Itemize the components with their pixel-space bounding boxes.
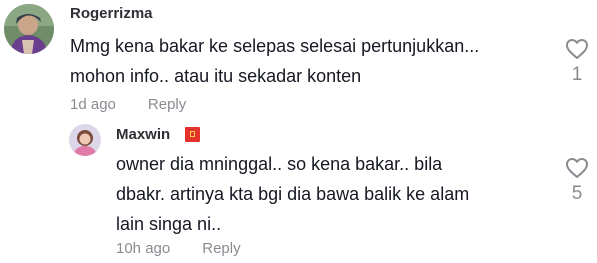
reply-line: lain singa ni.. [116, 214, 222, 234]
like-count: 1 [571, 64, 583, 85]
heart-outline-icon [566, 158, 588, 178]
comment-meta: 1d ago Reply [70, 96, 186, 113]
comment-text: Mmg kena bakar ke selepas selesai pertun… [70, 31, 479, 91]
reply-line: owner dia mninggal.. so kena bakar.. bil… [116, 154, 443, 174]
comment-timestamp: 1d ago [70, 96, 116, 113]
reply-to-reply-button[interactable]: Reply [202, 240, 240, 257]
comment-line: Mmg kena bakar ke selepas selesai pertun… [70, 36, 480, 56]
reply-meta: 10h ago Reply [116, 240, 241, 257]
reply-button[interactable]: Reply [148, 96, 186, 113]
commenter-avatar[interactable] [4, 4, 54, 54]
reply-line: dbakr. artinya kta bgi dia bawa balik ke… [116, 184, 470, 204]
reply-text: owner dia mninggal.. so kena bakar.. bil… [116, 149, 469, 239]
commenter-username[interactable]: Rogerrizma [70, 5, 153, 22]
reply-like-button[interactable]: 5 [562, 157, 592, 205]
reply-avatar[interactable] [69, 124, 101, 156]
comment-line: mohon info.. atau itu sekadar konten [70, 66, 362, 86]
heart-outline-icon [566, 39, 588, 59]
reply-timestamp: 10h ago [116, 240, 171, 257]
china-flag-icon [185, 127, 200, 142]
reply-like-count: 5 [571, 183, 583, 204]
like-button[interactable]: 1 [562, 38, 592, 86]
reply-username[interactable]: Maxwin [116, 126, 170, 143]
